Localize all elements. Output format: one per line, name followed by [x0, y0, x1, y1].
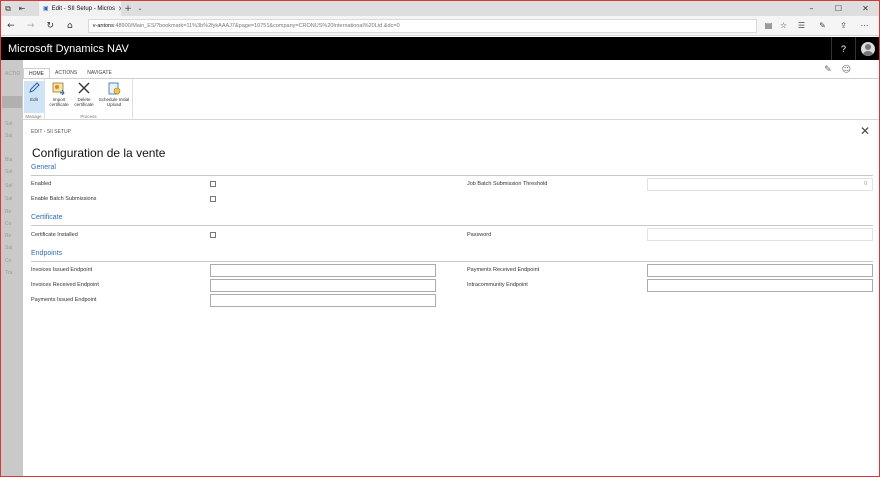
background-list-item: Tra — [5, 270, 13, 276]
background-page-overlay: ACTIO Sal Sal Bla Sal Sal Sal Re Co Re S… — [1, 60, 23, 476]
background-list-item: Co — [5, 221, 12, 227]
job-batch-threshold-input[interactable] — [647, 178, 873, 191]
window-close-icon[interactable]: ✕ — [852, 1, 879, 16]
password-input[interactable] — [647, 228, 873, 241]
new-tab-icon[interactable]: + — [121, 4, 135, 14]
background-list-item: Sal — [5, 133, 13, 139]
background-list-item: Re — [5, 209, 12, 215]
window-controls: – ☐ ✕ — [798, 1, 879, 16]
address-path: :48900/Main_ES/?bookmark=11%3b%2fykAAAJ7… — [113, 22, 400, 29]
web-note-icon[interactable]: ✎ — [812, 21, 833, 30]
back-tabs-icon[interactable]: ⇤ — [15, 1, 29, 16]
background-list-item: Sal — [5, 183, 13, 189]
forward-arrow-icon[interactable]: → — [21, 21, 41, 31]
payments-received-endpoint-label: Payments Received Endpoint — [467, 267, 540, 273]
group-label-process: Process — [80, 114, 97, 119]
payments-received-endpoint-input[interactable] — [647, 264, 873, 277]
page-favicon-icon: ▣ — [43, 5, 49, 12]
favorite-star-icon[interactable]: ☆ — [776, 21, 791, 30]
address-bar-actions: ▤ ☆ — [761, 21, 791, 30]
page-close-icon[interactable]: ✕ — [860, 124, 870, 138]
background-list-item: Sal — [5, 169, 13, 175]
more-options-icon[interactable]: ⋯ — [854, 21, 875, 30]
background-list-item: Bla — [5, 157, 13, 163]
reading-view-icon[interactable]: ▤ — [761, 21, 776, 30]
enable-batch-submissions-label: Enable Batch Submissions — [31, 196, 97, 202]
browser-tab-title: Edit - SII Setup - Micros — [51, 5, 116, 12]
back-arrow-icon[interactable]: ← — [1, 21, 21, 31]
page-tools: ✎ ☺ — [824, 65, 851, 75]
intracommunity-endpoint-label: Intracommunity Endpoint — [467, 282, 528, 288]
import-certificate-button[interactable]: Import certificate — [47, 81, 71, 113]
edit-button[interactable]: Edit — [24, 81, 44, 113]
section-header-endpoints[interactable]: Endpoints — [31, 250, 62, 257]
intracommunity-endpoint-input[interactable] — [647, 279, 873, 292]
import-certificate-label-2: certificate — [49, 102, 69, 107]
section-divider-certificate — [31, 225, 873, 226]
breadcrumb: EDIT - SII SETUP — [31, 129, 71, 135]
help-button[interactable]: ? — [831, 37, 855, 60]
ribbon-group-process: Import certificate Delete certificate Sc… — [45, 79, 133, 120]
refresh-icon[interactable]: ↻ — [40, 21, 60, 31]
background-list-item: Re — [5, 233, 12, 239]
invoices-received-endpoint-label: Invoices Received Endpoint — [31, 282, 99, 288]
invoices-received-endpoint-input[interactable] — [210, 279, 436, 292]
enabled-checkbox[interactable] — [210, 181, 216, 187]
delete-certificate-button[interactable]: Delete certificate — [72, 81, 96, 113]
home-icon[interactable]: ⌂ — [60, 21, 80, 31]
certificate-installed-checkbox[interactable] — [210, 232, 216, 238]
section-divider-general — [31, 175, 873, 176]
page-title: Configuration de la vente — [32, 146, 166, 160]
enable-batch-submissions-checkbox[interactable] — [210, 196, 216, 202]
invoices-issued-endpoint-label: Invoices Issued Endpoint — [31, 267, 93, 273]
schedule-upload-icon — [107, 81, 121, 95]
edit-button-label: Edit — [30, 97, 38, 102]
nav-header-bar: Microsoft Dynamics NAV ? — [1, 37, 879, 60]
payments-issued-endpoint-label: Payments Issued Endpoint — [31, 297, 97, 303]
delete-x-icon — [78, 81, 90, 95]
group-label-manage: Manage — [25, 114, 42, 119]
section-header-general[interactable]: General — [31, 164, 56, 171]
job-batch-threshold-value: 0 — [864, 181, 868, 187]
ribbon-group-manage: Edit Manage — [23, 79, 45, 120]
background-list-item: Co — [5, 258, 12, 264]
browser-tab-strip: ⧉ ⇤ ▣ Edit - SII Setup - Micros ✕ + ⌄ – … — [1, 1, 879, 16]
pencil-icon — [28, 81, 40, 95]
browser-tab-active[interactable]: ▣ Edit - SII Setup - Micros ✕ — [39, 1, 121, 16]
background-selected-button — [2, 96, 22, 108]
background-list-item: Sal — [5, 245, 13, 251]
browser-toolbar-right: ☰ ✎ ⇪ ⋯ — [791, 21, 875, 30]
share-icon[interactable]: ⇪ — [833, 21, 854, 30]
background-list-item: Sal — [5, 121, 13, 127]
ribbon: Edit Manage Import certificate Delete ce… — [23, 78, 879, 120]
enabled-label: Enabled — [31, 181, 52, 187]
section-header-certificate[interactable]: Certificate — [31, 214, 63, 221]
password-label: Password — [467, 232, 492, 238]
background-actions-tab: ACTIO — [5, 71, 21, 77]
background-list-item: Sal — [5, 196, 13, 202]
sii-setup-page: HOME ACTIONS NAVIGATE ✎ ☺ Edit Manage Im… — [23, 60, 879, 476]
schedule-initial-upload-button[interactable]: Schedule Initial Upload — [97, 81, 131, 113]
certificate-installed-label: Certificate Installed — [31, 232, 78, 238]
address-host: v-antons — [92, 22, 114, 29]
window-frame: ⧉ ⇤ ▣ Edit - SII Setup - Micros ✕ + ⌄ – … — [0, 0, 880, 477]
user-avatar-icon[interactable] — [855, 37, 879, 60]
tab-list-chevron-down-icon[interactable]: ⌄ — [135, 5, 145, 12]
hub-icon[interactable]: ☰ — [791, 21, 812, 30]
schedule-initial-upload-label-2: Upload — [106, 102, 122, 107]
tab-switcher-icon[interactable]: ⧉ — [1, 1, 15, 16]
address-bar[interactable]: v-antons:48900/Main_ES/?bookmark=11%3b%2… — [87, 18, 758, 33]
section-divider-endpoints — [31, 261, 873, 262]
job-batch-threshold-label: Job Batch Submission Threshold — [467, 181, 548, 187]
app-title: Microsoft Dynamics NAV — [8, 42, 129, 55]
feedback-icon[interactable]: ☺ — [842, 65, 851, 75]
import-certificate-icon — [52, 81, 66, 95]
minimize-icon[interactable]: – — [798, 1, 825, 16]
invoices-issued-endpoint-input[interactable] — [210, 264, 436, 277]
edit-notes-icon[interactable]: ✎ — [824, 65, 832, 75]
maximize-icon[interactable]: ☐ — [825, 1, 852, 16]
delete-certificate-label-2: certificate — [74, 102, 94, 107]
browser-nav-bar: ← → ↻ ⌂ v-antons:48900/Main_ES/?bookmark… — [1, 16, 879, 36]
payments-issued-endpoint-input[interactable] — [210, 294, 436, 307]
